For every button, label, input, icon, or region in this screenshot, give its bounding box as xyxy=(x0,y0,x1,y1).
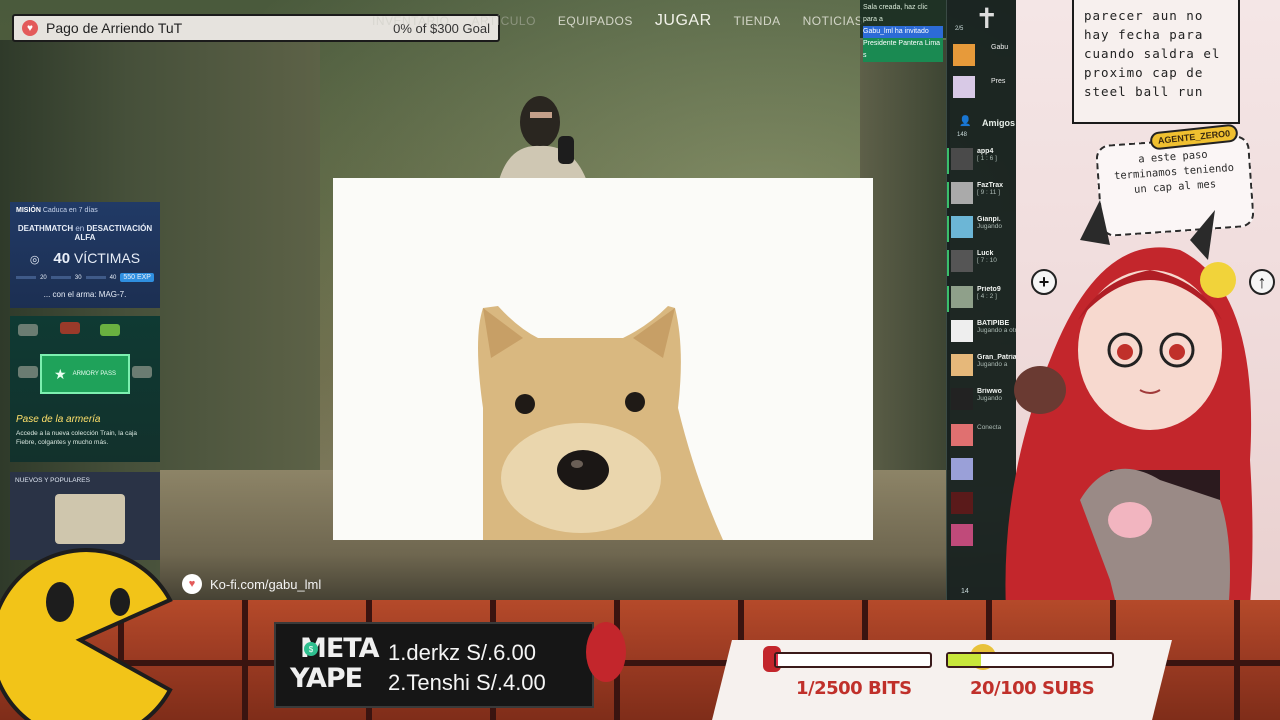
mission-expires: Caduca en 7 días xyxy=(42,207,98,214)
mission-weapon: ... con el arma: MAG-7. xyxy=(43,290,127,299)
star-icon: ★ xyxy=(54,365,67,382)
online-indicator xyxy=(947,216,949,242)
mission-xp-badge: 550 EXP xyxy=(120,273,154,282)
dog-illustration xyxy=(478,306,723,540)
armory-item-icon xyxy=(18,324,38,336)
heart-icon: ♥ xyxy=(22,20,38,36)
yape-donations-panel: META YAPE $ 1.derkz S/.6.00 2.Tenshi S/.… xyxy=(274,622,626,708)
stream-overlay: ♥ Pago de Arriendo TuT 0% of $300 Goal I… xyxy=(0,0,1280,720)
dog-meme-image xyxy=(333,178,873,540)
mission-mode: DEATHMATCH en DESACTIVACIÓN ALFA xyxy=(16,224,154,242)
friends-label: Amigos xyxy=(982,118,1016,128)
nav-store[interactable]: TIENDA xyxy=(734,14,781,28)
armory-description: Accede a la nueva colección Train, la ca… xyxy=(16,430,138,446)
lobby-name: Pres xyxy=(991,78,1006,85)
donor-entry: 1.derkz S/.6.00 xyxy=(388,640,536,665)
friends-count: 148 xyxy=(957,132,968,138)
mission-progress: 20 30 40 550 EXP xyxy=(16,273,154,282)
mission-mode-a: DEATHMATCH xyxy=(17,224,74,233)
kofi-link[interactable]: ♥ Ko-fi.com/gabu_lml xyxy=(182,574,321,594)
pacman-mascot xyxy=(0,548,173,720)
mission-mark: 20 xyxy=(40,274,47,281)
soldier-character xyxy=(498,96,588,184)
armory-pass-card: ★ ARMORY PASS xyxy=(40,354,130,394)
mission-label: MISIÓN xyxy=(16,207,41,214)
armory-pass-panel[interactable]: ★ ARMORY PASS Pase de la armería Accede … xyxy=(10,316,160,462)
friend-item[interactable]: app4[ 1 : 6 ] xyxy=(947,148,1013,174)
armory-item-icon xyxy=(100,324,120,336)
subs-goal-label: 20/100 SUBS xyxy=(970,678,1095,699)
nav-news[interactable]: NOTICIAS xyxy=(803,14,864,28)
armory-title: Pase de la armería xyxy=(16,414,101,425)
chibi-avatar-icon xyxy=(586,622,626,682)
yape-logo: META YAPE xyxy=(290,633,380,700)
goal-title: Pago de Arriendo TuT xyxy=(46,20,183,36)
nav-inventory[interactable]: INVENTARIO xyxy=(372,14,449,28)
mission-kills: ◎ 40 VÍCTIMAS xyxy=(16,250,154,267)
bits-progress-bar xyxy=(774,652,932,668)
yape-logo-top: META xyxy=(300,633,380,664)
notification-item[interactable]: Presidente Pantera Lima s xyxy=(863,38,943,62)
notification-stack[interactable]: Sala creada, haz clic para a Gabu_lml ha… xyxy=(860,0,946,62)
pinned-note-text: parecer aun no hay fecha para cuando sal… xyxy=(1084,8,1221,99)
mission-mode-b: DESACTIVACIÓN ALFA xyxy=(74,224,153,242)
friend-name: app4 xyxy=(977,148,994,155)
target-icon: ◎ xyxy=(29,254,40,266)
lobby-count: 2/5 xyxy=(955,26,964,32)
mission-progress-track xyxy=(16,276,37,279)
mission-mark: 40 xyxy=(109,274,117,281)
friend-status: [ 9 : 11 ] xyxy=(977,189,1001,196)
notification-item[interactable]: Sala creada, haz clic para a xyxy=(863,2,943,26)
notification-item[interactable]: Gabu_lml ha invitado xyxy=(863,26,943,38)
online-indicator xyxy=(947,250,949,276)
friend-name: FazTrax xyxy=(977,182,1004,189)
bits-goal-label: 1/2500 BITS xyxy=(796,678,912,699)
game-top-nav: INVENTARIO ARTÍCULO EQUIPADOS JUGAR TIEN… xyxy=(372,10,863,32)
subs-progress-fill xyxy=(948,654,981,666)
lobby-avatar[interactable] xyxy=(953,44,975,66)
mission-header: MISIÓN Caduca en 7 días xyxy=(16,207,154,214)
online-indicator xyxy=(947,286,949,312)
armory-item-icon xyxy=(60,322,80,334)
yape-badge-icon: $ xyxy=(304,642,318,656)
armory-item-icon xyxy=(18,366,38,378)
friends-icon: 👤 xyxy=(959,116,972,127)
friend-avatar xyxy=(951,148,973,170)
kofi-url[interactable]: Ko-fi.com/gabu_lml xyxy=(210,577,321,592)
mission-panel[interactable]: MISIÓN Caduca en 7 días DEATHMATCH en DE… xyxy=(10,202,160,308)
pinned-note: parecer aun no hay fecha para cuando sal… xyxy=(1072,0,1240,124)
lobby-icon: ✝ xyxy=(975,3,999,34)
online-indicator xyxy=(947,182,949,208)
mission-mark: 30 xyxy=(74,274,82,281)
bits-progress-fill xyxy=(776,654,778,666)
mission-progress-track xyxy=(85,276,106,279)
chat-message-text: a este paso terminamos teniendo un cap a… xyxy=(1113,148,1235,196)
mission-progress-track xyxy=(50,276,71,279)
new-popular-thumbnail xyxy=(55,494,125,544)
kofi-cup-icon: ♥ xyxy=(182,574,202,594)
donor-entry: 2.Tenshi S/.4.00 xyxy=(388,670,546,695)
armory-card-text: ARMORY PASS xyxy=(72,371,116,377)
online-indicator xyxy=(947,148,949,174)
yape-logo-bottom: YAPE xyxy=(290,663,363,694)
nav-play[interactable]: JUGAR xyxy=(655,12,712,30)
nav-items[interactable]: ARTÍCULO xyxy=(471,14,535,28)
mission-kills-num: 40 xyxy=(53,250,71,267)
armory-item-icon xyxy=(132,366,152,378)
mission-mode-link: en xyxy=(75,224,85,233)
new-popular-label: NUEVOS Y POPULARES xyxy=(15,477,90,484)
subs-progress-bar xyxy=(946,652,1114,668)
lobby-avatar[interactable] xyxy=(953,76,975,98)
friend-status: [ 1 : 6 ] xyxy=(977,155,997,162)
lobby-name: Gabu xyxy=(991,44,1009,51)
nav-equipped[interactable]: EQUIPADOS xyxy=(558,14,633,28)
mission-kills-word: VÍCTIMAS xyxy=(73,250,141,266)
